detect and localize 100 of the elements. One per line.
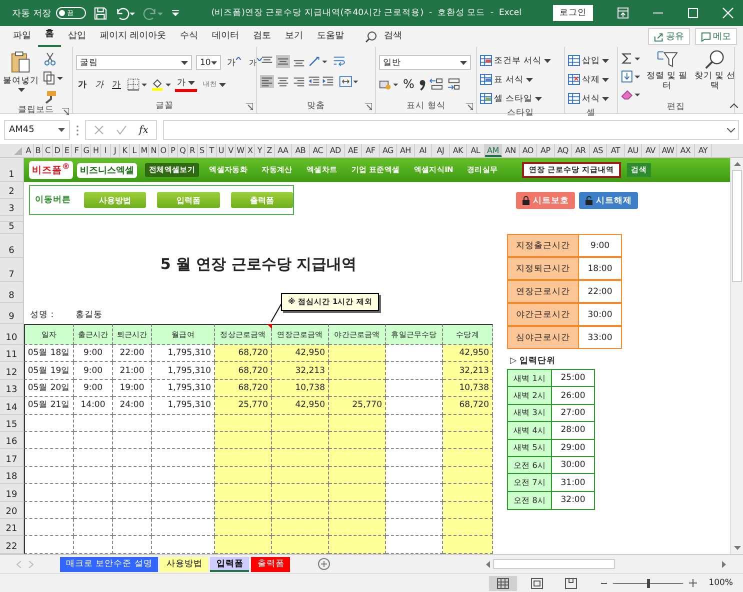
column-header[interactable]: Z <box>265 144 275 157</box>
slider-thumb[interactable] <box>646 578 650 588</box>
scroll-thumb[interactable] <box>493 559 615 569</box>
column-header[interactable]: F <box>72 144 82 157</box>
save-icon[interactable] <box>94 6 107 20</box>
cells-menu-button[interactable]: 서식 <box>568 90 609 107</box>
wrap-text-icon[interactable] <box>333 55 347 68</box>
ribbon-display-icon[interactable] <box>617 7 629 19</box>
scroll-left-icon[interactable] <box>486 560 490 568</box>
column-header[interactable]: AV <box>642 144 660 157</box>
column-header[interactable]: AQ <box>554 144 572 157</box>
dialog-launcher-icon[interactable] <box>62 108 69 115</box>
column-header[interactable]: AE <box>344 144 362 157</box>
ribbon-tab[interactable]: 페이지 레이아웃 <box>93 27 173 46</box>
column-header[interactable]: T <box>207 144 217 157</box>
row-header[interactable]: 18 <box>6 472 18 484</box>
sheet-tab[interactable]: 입력폼 <box>210 556 250 572</box>
column-header[interactable]: A <box>24 144 34 157</box>
column-header[interactable]: Y <box>255 144 266 157</box>
memo-button[interactable]: 메모 <box>695 28 737 45</box>
column-header[interactable]: N <box>149 144 159 157</box>
column-header[interactable]: E <box>62 144 72 157</box>
row-header[interactable]: 22 <box>6 542 18 553</box>
column-header[interactable]: I <box>101 144 111 157</box>
fill-down-icon[interactable] <box>621 70 641 83</box>
percent-button[interactable]: % <box>401 77 416 91</box>
font-name-field[interactable]: 굴림 <box>76 55 192 70</box>
bold-button[interactable]: 가 <box>76 78 89 90</box>
row-header[interactable]: 16 <box>6 437 18 448</box>
dialog-launcher-icon[interactable] <box>246 103 253 110</box>
font-size-field[interactable]: 10 <box>196 55 221 70</box>
zoom-level[interactable]: 100% <box>708 578 733 588</box>
scroll-right-icon[interactable] <box>722 560 726 568</box>
row-header[interactable]: 7 <box>8 270 14 281</box>
column-header[interactable]: AI <box>414 144 432 157</box>
expand-icon[interactable] <box>727 128 735 132</box>
border-icon[interactable] <box>127 78 147 91</box>
column-header[interactable]: W <box>236 144 246 157</box>
column-header[interactable]: B <box>34 144 44 157</box>
collapse-ribbon-icon[interactable] <box>730 103 738 108</box>
decrease-indent-icon[interactable] <box>308 76 320 87</box>
row-header[interactable]: 13 <box>6 385 18 396</box>
column-header[interactable]: AJ <box>432 144 450 157</box>
logo[interactable]: 비즈폼$^{®}$ <box>29 161 73 179</box>
maximize-icon[interactable] <box>687 7 699 19</box>
orientation-icon[interactable] <box>308 55 328 68</box>
column-header[interactable]: Q <box>178 144 188 157</box>
column-header[interactable]: D <box>52 144 63 157</box>
row-header[interactable]: 15 <box>6 420 18 431</box>
column-header[interactable]: P <box>168 144 178 157</box>
add-sheet-icon[interactable] <box>318 558 330 570</box>
style-menu-button[interactable]: 조건부 서식 <box>480 52 551 69</box>
number-format-field[interactable]: 일반 <box>379 55 471 70</box>
row-header[interactable]: 19 <box>6 490 18 500</box>
name-box[interactable]: AM45 <box>4 120 70 140</box>
column-header[interactable]: AS <box>590 144 608 157</box>
undo-icon[interactable] <box>114 6 135 20</box>
find-select-button[interactable]: 찾기 및 선택 <box>693 50 737 91</box>
row-header[interactable]: 11 <box>6 350 18 362</box>
column-header[interactable]: AO <box>520 144 538 157</box>
ribbon-tab[interactable]: 검토 <box>246 27 278 46</box>
ribbon-tab[interactable]: 데이터 <box>204 27 246 46</box>
ribbon-tab[interactable]: 도움말 <box>310 27 351 46</box>
column-header[interactable]: S <box>198 144 208 157</box>
comma-style-icon[interactable] <box>418 78 428 90</box>
increase-decimal-icon[interactable] <box>429 78 444 90</box>
row-header[interactable]: 2 <box>8 187 14 198</box>
row-header[interactable]: 3 <box>8 204 14 215</box>
horizontal-align-button[interactable] <box>292 75 306 88</box>
scroll-down-icon[interactable] <box>734 546 740 550</box>
column-header[interactable]: M <box>140 144 150 157</box>
sheet-tab[interactable]: 매크로 보안수준 설명 <box>60 556 158 572</box>
logo[interactable]: 비즈니스엑셀 <box>76 162 137 178</box>
zoom-in-icon[interactable] <box>688 579 697 587</box>
cells-menu-button[interactable]: 삭제 <box>568 71 609 88</box>
column-header[interactable]: AA <box>274 144 292 157</box>
increase-indent-icon[interactable] <box>322 76 334 87</box>
column-header[interactable]: AN <box>502 144 520 157</box>
customize-icon[interactable] <box>170 7 180 19</box>
row-header[interactable]: 1 <box>8 170 14 181</box>
column-header[interactable]: AG <box>380 144 398 157</box>
close-icon[interactable] <box>722 7 734 19</box>
login-button[interactable]: 로그인 <box>553 5 593 21</box>
style-menu-button[interactable]: 표 서식 <box>480 71 533 88</box>
column-header[interactable]: J <box>110 144 120 157</box>
ribbon-tab[interactable]: 파일 <box>6 27 38 46</box>
vertical-align-button[interactable] <box>276 55 290 68</box>
row-header[interactable]: 17 <box>6 454 18 466</box>
paste-button[interactable]: 붙여넣기 <box>3 50 39 92</box>
formula-input[interactable] <box>163 120 739 140</box>
row-header[interactable]: 8 <box>8 291 14 302</box>
column-header[interactable]: AK <box>450 144 468 157</box>
column-header[interactable]: AX <box>677 144 695 157</box>
copy-icon[interactable] <box>43 71 63 85</box>
dialog-launcher-icon[interactable] <box>365 103 372 110</box>
ribbon-tab[interactable]: 수식 <box>172 27 205 46</box>
column-header[interactable]: X <box>246 144 256 157</box>
column-header[interactable]: AW <box>660 144 678 157</box>
italic-button[interactable]: 가 <box>93 78 106 90</box>
insert-function-button[interactable]: fx <box>139 124 148 136</box>
